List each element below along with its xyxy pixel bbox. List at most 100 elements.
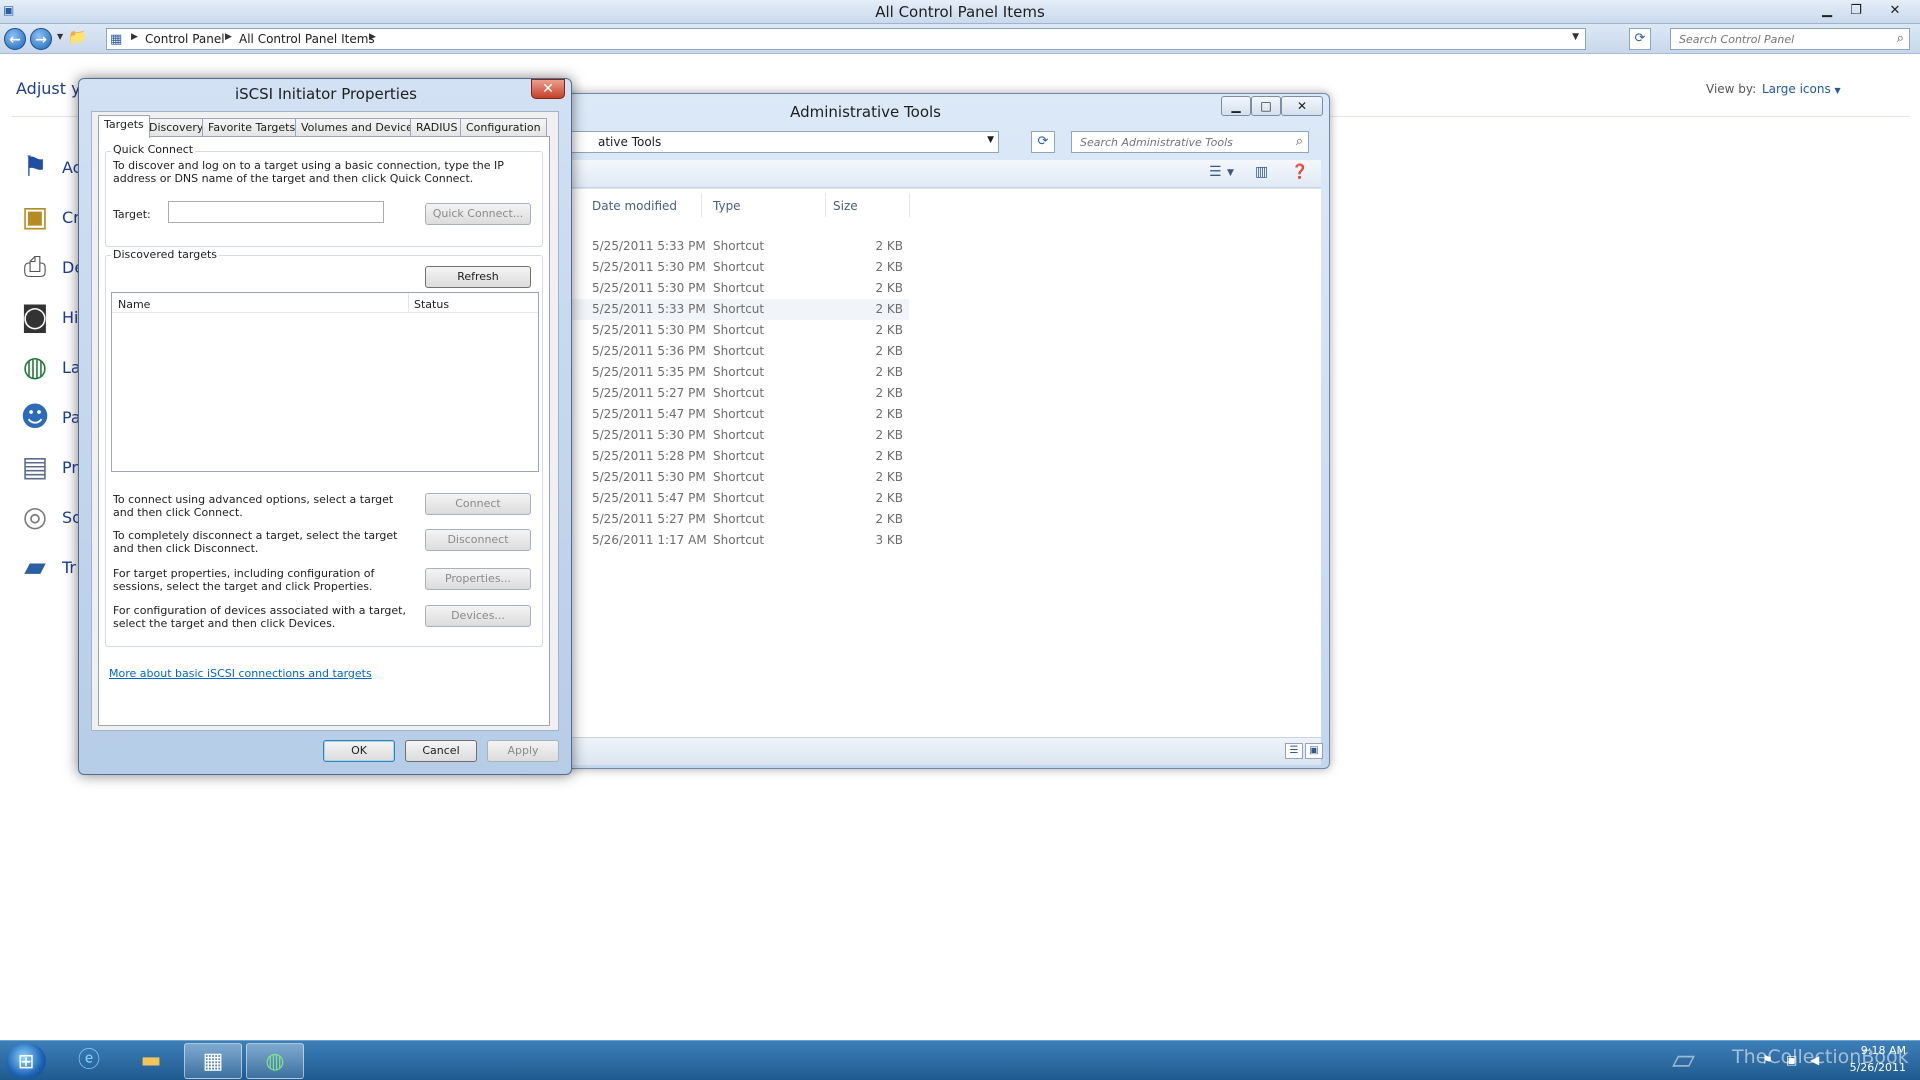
file-explorer-icon[interactable]: ▬ xyxy=(122,1043,180,1079)
clock-date[interactable]: 5/26/2011 xyxy=(1836,1061,1906,1074)
column-header-name[interactable]: Name xyxy=(118,298,150,311)
tab-configuration[interactable]: Configuration xyxy=(460,118,547,137)
search-input[interactable] xyxy=(1677,30,1877,48)
recent-pages-dropdown-icon[interactable]: ▼ xyxy=(57,32,63,41)
devices-button[interactable]: Devices... xyxy=(425,605,531,627)
tab-radius[interactable]: RADIUS xyxy=(410,118,464,137)
table-row[interactable]: 5/25/2011 5:47 PM Shortcut 2 KB xyxy=(529,404,909,425)
disconnect-button[interactable]: Disconnect xyxy=(425,529,531,551)
clock-time[interactable]: 9:18 AM xyxy=(1846,1044,1906,1057)
network-icon[interactable]: ▣ xyxy=(1786,1053,1797,1067)
column-divider[interactable] xyxy=(701,193,702,217)
search-icon[interactable]: ⌕ xyxy=(1296,134,1303,149)
table-row[interactable]: 5/25/2011 5:27 PM Shortcut 2 KB xyxy=(529,383,909,404)
cp-item-parental-controls[interactable]: ☻ Pa xyxy=(18,401,80,435)
flag-icon: ⚑ xyxy=(22,150,48,183)
cancel-button[interactable]: Cancel xyxy=(405,740,477,762)
column-header-type[interactable]: Type xyxy=(713,199,741,213)
cp-item-history[interactable]: ◙ Hi xyxy=(18,301,80,335)
address-dropdown-icon[interactable]: ▼ xyxy=(1572,32,1579,42)
breadcrumb-all-items[interactable]: All Control Panel Items xyxy=(239,32,375,46)
target-label: Target: xyxy=(113,208,151,221)
start-button[interactable]: ⊞ xyxy=(6,1043,46,1079)
column-divider[interactable] xyxy=(408,293,409,313)
preview-pane-icon[interactable]: ▥ xyxy=(1255,164,1268,180)
search-input[interactable] xyxy=(1078,133,1278,151)
address-field[interactable]: ▦ ▶ Control Panel ▶ All Control Panel It… xyxy=(106,28,1586,50)
column-header-date[interactable]: Date modified xyxy=(592,199,677,213)
large-icons-view-icon[interactable]: ▣ xyxy=(1305,743,1323,759)
search-box[interactable]: ⌕ xyxy=(1071,131,1309,153)
column-divider[interactable] xyxy=(825,193,826,217)
table-row[interactable]: 5/25/2011 5:33 PM Shortcut 2 KB xyxy=(529,236,909,257)
breadcrumb-separator-icon[interactable]: ▶ xyxy=(225,32,232,42)
cp-item-programs[interactable]: ▤ Pr xyxy=(18,451,80,485)
maximize-button[interactable]: □ xyxy=(1251,96,1281,116)
table-row[interactable]: 5/25/2011 5:30 PM Shortcut 2 KB xyxy=(529,257,909,278)
table-row[interactable]: 5/25/2011 5:35 PM Shortcut 2 KB xyxy=(529,362,909,383)
tab-volumes-devices[interactable]: Volumes and Devices xyxy=(295,118,425,137)
properties-button[interactable]: Properties... xyxy=(425,568,531,590)
refresh-icon[interactable]: ⟳ xyxy=(1629,28,1651,50)
search-box[interactable]: ⌕ xyxy=(1670,28,1910,50)
volume-icon[interactable]: ◀ xyxy=(1810,1053,1819,1067)
minimize-button[interactable]: ▁ xyxy=(1816,2,1838,20)
folder-up-icon[interactable]: 📁 xyxy=(68,28,87,46)
table-row[interactable]: 5/26/2011 1:17 AM Shortcut 3 KB xyxy=(529,530,909,551)
restore-button[interactable]: ❐ xyxy=(1845,2,1867,20)
cp-item-troubleshooting[interactable]: ▰ Tr xyxy=(18,551,80,585)
table-row[interactable]: 5/25/2011 5:30 PM Shortcut 2 KB xyxy=(529,320,909,341)
refresh-icon[interactable]: ⟳ xyxy=(1031,131,1055,153)
close-button[interactable]: ✕ xyxy=(1884,2,1906,20)
table-row[interactable]: 5/25/2011 5:27 PM Shortcut 2 KB xyxy=(529,509,909,530)
close-button[interactable]: ✕ xyxy=(531,79,565,99)
table-row[interactable]: 5/25/2011 5:30 PM Shortcut 2 KB xyxy=(529,467,909,488)
connect-button[interactable]: Connect xyxy=(425,493,531,515)
column-header-size[interactable]: Size xyxy=(833,199,858,213)
back-button[interactable]: ← xyxy=(4,28,26,50)
table-row[interactable]: 5/25/2011 5:30 PM Shortcut 2 KB xyxy=(529,278,909,299)
help-link[interactable]: More about basic iSCSI connections and t… xyxy=(109,667,372,680)
cp-item-language[interactable]: ◍ La xyxy=(18,351,81,385)
forward-button[interactable]: → xyxy=(30,28,52,50)
refresh-button[interactable]: Refresh xyxy=(425,266,531,288)
cp-item-credential-manager[interactable]: ▣ Cr xyxy=(18,201,80,235)
column-header-status[interactable]: Status xyxy=(414,298,449,311)
row-type: Shortcut xyxy=(713,407,765,421)
target-input[interactable] xyxy=(168,201,384,223)
table-row[interactable]: 5/25/2011 5:33 PM Shortcut 2 KB xyxy=(529,299,909,320)
change-view-icon[interactable]: ☰ xyxy=(1209,164,1222,180)
internet-explorer-icon[interactable]: ⓔ xyxy=(60,1043,118,1079)
targets-list[interactable]: Name Status xyxy=(111,292,539,472)
view-by-dropdown[interactable]: Large icons ▼ xyxy=(1762,82,1841,96)
minimize-button[interactable]: ▁ xyxy=(1221,96,1251,116)
breadcrumb-separator-icon[interactable]: ▶ xyxy=(369,32,376,42)
breadcrumb-control-panel[interactable]: Control Panel xyxy=(145,32,225,46)
cp-item-sound[interactable]: ◎ So xyxy=(18,501,82,535)
close-button[interactable]: ✕ xyxy=(1281,96,1323,116)
table-row[interactable]: 5/25/2011 5:28 PM Shortcut 2 KB xyxy=(529,446,909,467)
chevron-down-icon[interactable]: ▼ xyxy=(1227,168,1234,178)
tab-discovery[interactable]: Discovery xyxy=(143,118,210,137)
help-icon[interactable]: ❓ xyxy=(1291,164,1308,180)
table-row[interactable]: 5/25/2011 5:47 PM Shortcut 2 KB xyxy=(529,488,909,509)
apply-button[interactable]: Apply xyxy=(487,740,559,762)
table-row[interactable]: 5/25/2011 5:36 PM Shortcut 2 KB xyxy=(529,341,909,362)
tab-targets[interactable]: Targets xyxy=(98,115,150,138)
row-date: 5/25/2011 5:47 PM xyxy=(592,491,706,505)
action-center-flag-icon[interactable]: ⚑ xyxy=(1762,1053,1773,1067)
breadcrumb-separator-icon[interactable]: ▶ xyxy=(131,32,138,42)
table-row[interactable]: 5/25/2011 5:30 PM Shortcut 2 KB xyxy=(529,425,909,446)
address-dropdown-icon[interactable]: ▼ xyxy=(987,135,994,145)
tab-favorite-targets[interactable]: Favorite Targets xyxy=(202,118,302,137)
address-field[interactable]: ative Tools ▼ xyxy=(551,131,999,153)
cp-item-devices-printers[interactable]: ⎙ De xyxy=(18,251,84,285)
quick-connect-button[interactable]: Quick Connect... xyxy=(425,203,531,225)
iscsi-taskbar-icon[interactable]: ◍ xyxy=(246,1043,304,1079)
ok-button[interactable]: OK xyxy=(323,740,395,762)
search-icon[interactable]: ⌕ xyxy=(1897,31,1904,46)
cp-item-action-center[interactable]: ⚑ Ac xyxy=(18,150,81,185)
details-view-icon[interactable]: ☰ xyxy=(1285,743,1303,759)
column-divider[interactable] xyxy=(909,193,910,217)
control-panel-taskbar-icon[interactable]: ▦ xyxy=(184,1043,242,1079)
